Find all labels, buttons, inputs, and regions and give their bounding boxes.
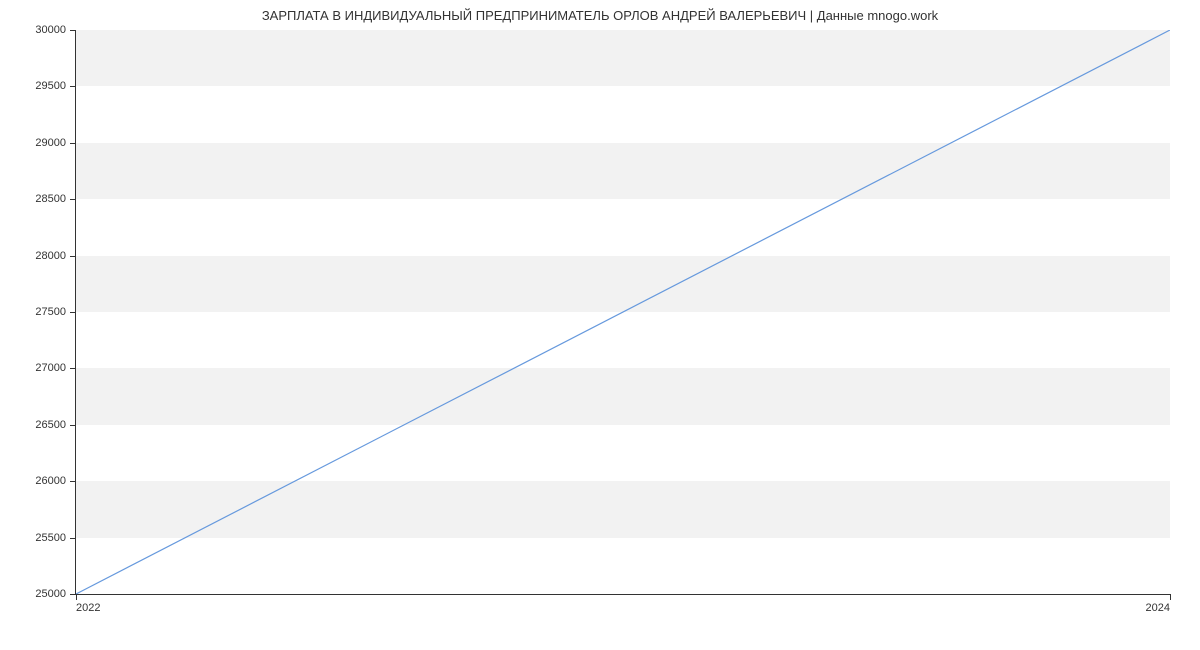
y-tick — [70, 30, 76, 31]
y-axis-label: 29000 — [35, 137, 66, 149]
y-axis-label: 29500 — [35, 80, 66, 92]
y-tick — [70, 86, 76, 87]
chart-container: 25000 25500 26000 26500 27000 27500 2800… — [75, 30, 1170, 595]
grid-band — [76, 256, 1170, 312]
x-axis-label: 2022 — [76, 602, 100, 614]
x-tick — [1170, 594, 1171, 600]
y-axis-label: 25500 — [35, 532, 66, 544]
y-tick — [70, 481, 76, 482]
y-axis-label: 28500 — [35, 193, 66, 205]
x-axis-label: 2024 — [1146, 602, 1170, 614]
chart-title: ЗАРПЛАТА В ИНДИВИДУАЛЬНЫЙ ПРЕДПРИНИМАТЕЛ… — [0, 0, 1200, 23]
y-axis-label: 28000 — [35, 250, 66, 262]
grid-band — [76, 368, 1170, 424]
y-tick — [70, 312, 76, 313]
y-tick — [70, 143, 76, 144]
y-tick — [70, 256, 76, 257]
y-axis-label: 25000 — [35, 588, 66, 600]
y-tick — [70, 368, 76, 369]
y-axis-label: 30000 — [35, 24, 66, 36]
y-axis-label: 26000 — [35, 475, 66, 487]
y-axis-label: 26500 — [35, 419, 66, 431]
y-axis-label: 27500 — [35, 306, 66, 318]
y-tick — [70, 538, 76, 539]
grid-band — [76, 30, 1170, 86]
y-axis-label: 27000 — [35, 362, 66, 374]
y-tick — [70, 425, 76, 426]
plot-area: 25000 25500 26000 26500 27000 27500 2800… — [75, 30, 1170, 595]
grid-band — [76, 481, 1170, 537]
x-tick — [76, 594, 77, 600]
grid-band — [76, 143, 1170, 199]
y-tick — [70, 199, 76, 200]
